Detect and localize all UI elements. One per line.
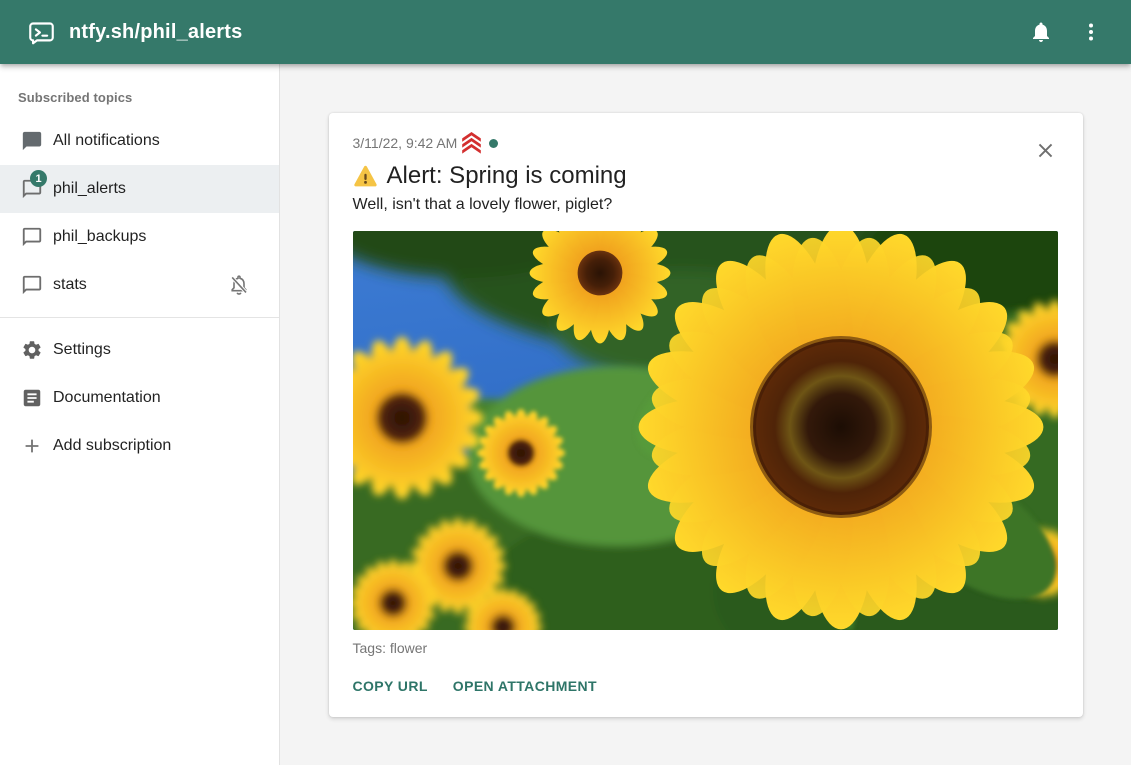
sidebar-item-label: stats — [53, 276, 87, 294]
notification-body: Well, isn't that a lovely flower, piglet… — [353, 196, 1059, 214]
notification-timestamp: 3/11/22, 9:42 AM — [353, 135, 458, 151]
sidebar-item-label: phil_alerts — [53, 180, 126, 198]
copy-url-button[interactable]: COPY URL — [345, 669, 436, 703]
priority-max-icon — [462, 132, 481, 154]
app-bar: ntfy.sh/phil_alerts — [0, 0, 1131, 64]
article-icon — [20, 386, 44, 410]
plus-icon — [20, 434, 44, 458]
warning-triangle-icon — [353, 164, 378, 189]
notification-title: Alert: Spring is coming — [353, 162, 1059, 191]
sidebar-item-phil-backups[interactable]: phil_backups — [0, 213, 279, 261]
sidebar-subheader: Subscribed topics — [0, 66, 279, 117]
overflow-menu-button[interactable] — [1069, 10, 1113, 54]
sidebar-item-add-subscription[interactable]: Add subscription — [0, 422, 279, 470]
sidebar-item-label: phil_backups — [53, 228, 146, 246]
sidebar-item-all-notifications[interactable]: All notifications — [0, 117, 279, 165]
bell-icon — [1029, 20, 1053, 44]
notification-meta-row: 3/11/22, 9:42 AM — [353, 133, 1059, 153]
close-notification-button[interactable] — [1033, 137, 1059, 163]
sidebar-item-documentation[interactable]: Documentation — [0, 374, 279, 422]
open-attachment-button[interactable]: OPEN ATTACHMENT — [445, 669, 605, 703]
sidebar-item-phil-alerts[interactable]: 1 phil_alerts — [0, 165, 279, 213]
notification-actions: COPY URL OPEN ATTACHMENT — [345, 669, 1059, 703]
sidebar-item-label: All notifications — [53, 132, 160, 150]
unread-dot — [489, 139, 498, 148]
sidebar-item-stats[interactable]: stats — [0, 261, 279, 309]
app-title: ntfy.sh/phil_alerts — [69, 21, 1019, 44]
notification-tags: Tags: flower — [353, 640, 1059, 656]
sidebar-item-settings[interactable]: Settings — [0, 326, 279, 374]
chat-bubble-outline-icon — [20, 273, 44, 297]
unread-count-badge: 1 — [30, 170, 47, 187]
sidebar: Subscribed topics All notifications 1 ph… — [0, 64, 280, 765]
gear-icon — [20, 338, 44, 362]
attachment-image[interactable] — [353, 231, 1058, 630]
notification-card: 3/11/22, 9:42 AM — [329, 113, 1083, 717]
sidebar-item-label: Add subscription — [53, 437, 171, 455]
sidebar-item-label: Settings — [53, 341, 111, 359]
notifications-bell-button[interactable] — [1019, 10, 1063, 54]
main-content: 3/11/22, 9:42 AM — [280, 64, 1131, 765]
bell-off-icon — [227, 273, 251, 297]
ntfy-logo-icon — [28, 19, 55, 46]
kebab-menu-icon — [1079, 20, 1103, 44]
sidebar-divider — [0, 317, 279, 318]
sidebar-item-label: Documentation — [53, 389, 161, 407]
chat-bubble-outline-icon — [20, 225, 44, 249]
close-icon — [1034, 139, 1057, 162]
chat-bubble-filled-icon — [20, 129, 44, 153]
chat-bubble-outline-icon: 1 — [20, 177, 44, 201]
